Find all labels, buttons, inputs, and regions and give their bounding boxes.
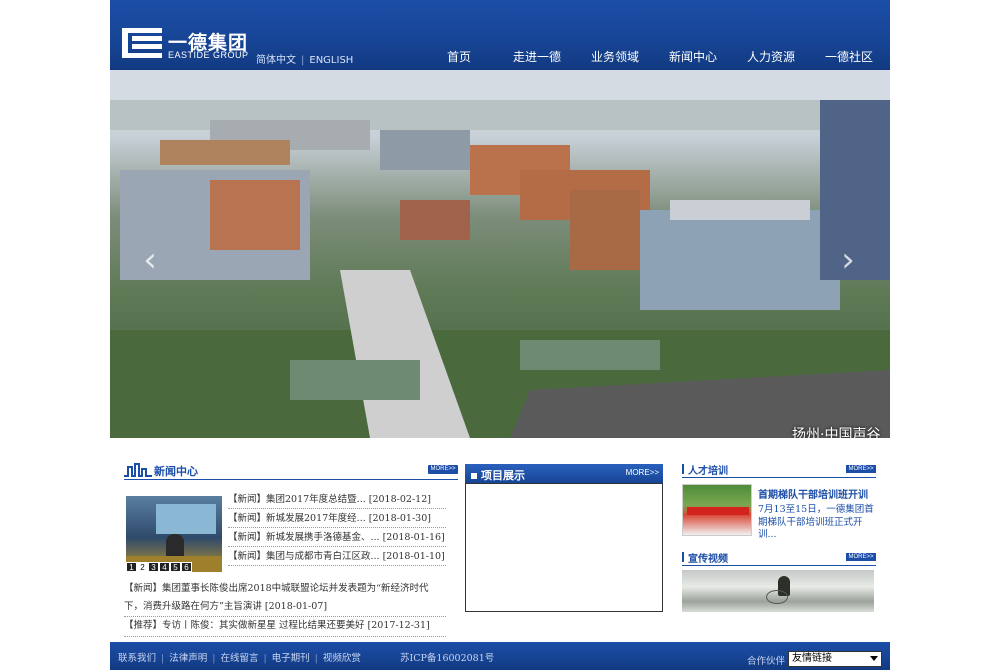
content-area: 新闻中心 MORE>> 1 2 3 4 5 6 【新闻】集团2017年度总结暨.… (110, 450, 890, 642)
projects-header: 项目展示 MORE>> (465, 464, 663, 483)
banner-next-arrow-icon[interactable]: › (838, 240, 858, 280)
language-switch: 简体中文 | ENGLISH (256, 51, 353, 66)
news-more-button[interactable]: MORE>> (428, 465, 458, 474)
banner-caption: 扬州·中国声谷 (792, 427, 881, 438)
news-item[interactable]: 【新闻】集团2017年度总结暨... [2018-02-12] (228, 490, 446, 509)
friend-links-value: 友情链接 (792, 653, 832, 664)
pager-3[interactable]: 3 (148, 562, 159, 572)
footer: 联系我们 | 法律声明 | 在线留言 | 电子期刊 | 视频欣赏 苏ICP备16002081号 … (110, 642, 890, 670)
nav-news[interactable]: 新闻中心 (654, 48, 732, 65)
company-logo[interactable]: 一德集团 EASTIDE GROUP (122, 26, 262, 62)
news-title: 新闻中心 (154, 465, 198, 478)
pager-1[interactable]: 1 (126, 562, 137, 572)
news-section-icon (124, 463, 152, 477)
news-item[interactable]: 【推荐】专访丨陈俊：其实做新星星 过程比结果还要美好 [2017-12-31] (124, 617, 446, 637)
video-header: 宣传视频 MORE>> (682, 550, 876, 566)
footer-link-video[interactable]: 视频欣赏 (323, 653, 361, 664)
pager-6[interactable]: 6 (181, 562, 192, 572)
footer-separator: | (314, 653, 318, 664)
news-item[interactable]: 【新闻】新城发展2017年度经... [2018-01-30] (228, 509, 446, 528)
talent-more-button[interactable]: MORE>> (846, 465, 876, 473)
news-list: 【新闻】集团2017年度总结暨... [2018-02-12] 【新闻】新城发展… (228, 490, 446, 566)
header: 一德集团 EASTIDE GROUP 简体中文 | ENGLISH 首页 走进一德 … (110, 0, 890, 70)
footer-link-journal[interactable]: 电子期刊 (272, 653, 310, 664)
footer-separator: | (212, 653, 216, 664)
lang-separator: | (301, 55, 305, 66)
nav-hr[interactable]: 人力资源 (732, 48, 810, 65)
lang-chinese-link[interactable]: 简体中文 (256, 55, 296, 66)
video-net (766, 590, 788, 604)
news-item[interactable]: 【新闻】新城发展携手洛德基金、... [2018-01-16] (228, 528, 446, 547)
video-section: 宣传视频 MORE>> (682, 550, 876, 566)
talent-header: 人才培训 MORE>> (682, 462, 876, 478)
chevron-down-icon (870, 656, 878, 661)
lang-english-link[interactable]: ENGLISH (309, 55, 353, 66)
page: 一德集团 EASTIDE GROUP 简体中文 | ENGLISH 首页 走进一德 … (110, 0, 890, 670)
projects-title: 项目展示 (471, 467, 525, 483)
projects-content-box (465, 483, 663, 612)
icp-record: 苏ICP备16002081号 (400, 653, 495, 664)
pager-4[interactable]: 4 (159, 562, 170, 572)
projects-more-button[interactable]: MORE>> (626, 468, 659, 477)
nav-home[interactable]: 首页 (420, 48, 498, 65)
nav-business[interactable]: 业务领域 (576, 48, 654, 65)
training-photo[interactable] (682, 484, 752, 536)
projects-section: 项目展示 MORE>> (465, 464, 663, 612)
pager-2[interactable]: 2 (137, 562, 148, 572)
news-wide-list: 【新闻】集团董事长陈俊出席2018中城联盟论坛并发表题为“新经济时代下，消费升级… (124, 580, 446, 637)
news-item[interactable]: 【新闻】集团与成都市青白江区政... [2018-01-10] (228, 547, 446, 566)
photo-red-banner (687, 507, 749, 515)
pager-5[interactable]: 5 (170, 562, 181, 572)
nav-community[interactable]: 一德社区 (810, 48, 888, 65)
right-column: 人才培训 MORE>> 首期梯队干部培训班开训 7月13至15日，一德集团首期梯… (682, 462, 876, 612)
logo-mark-icon (122, 26, 164, 60)
campus-aerial-image (110, 70, 890, 438)
video-thumbnail[interactable] (682, 570, 874, 612)
footer-separator: | (263, 653, 267, 664)
footer-link-legal[interactable]: 法律声明 (169, 653, 207, 664)
news-photo-pager: 1 2 3 4 5 6 (126, 562, 192, 572)
photo-screen (156, 504, 216, 534)
partner-label: 合作伙伴 (747, 656, 786, 667)
footer-link-message[interactable]: 在线留言 (220, 653, 258, 664)
nav-about[interactable]: 走进一德 (498, 48, 576, 65)
hero-banner[interactable]: ‹ › 扬州·中国声谷 (110, 70, 890, 438)
training-headline[interactable]: 首期梯队干部培训班开训 (758, 486, 868, 501)
news-header: 新闻中心 MORE>> (124, 462, 458, 480)
banner-prev-arrow-icon[interactable]: ‹ (140, 240, 160, 280)
video-title: 宣传视频 (682, 550, 728, 565)
footer-separator: | (161, 653, 165, 664)
news-section: 新闻中心 MORE>> 1 2 3 4 5 6 【新闻】集团2017年度总结暨.… (124, 462, 458, 637)
logo-english-name: EASTIDE GROUP (168, 50, 249, 60)
talent-title: 人才培训 (682, 462, 728, 477)
footer-links: 联系我们 | 法律声明 | 在线留言 | 电子期刊 | 视频欣赏 (118, 650, 361, 664)
news-item[interactable]: 【新闻】集团董事长陈俊出席2018中城联盟论坛并发表题为“新经济时代下，消费升级… (124, 580, 446, 617)
footer-link-contact[interactable]: 联系我们 (118, 653, 156, 664)
video-more-button[interactable]: MORE>> (846, 553, 876, 561)
training-description: 7月13至15日，一德集团首期梯队干部培训班正式开训... (758, 504, 874, 540)
main-nav: 首页 走进一德 业务领域 新闻中心 人力资源 一德社区 (420, 48, 888, 65)
news-photo[interactable]: 1 2 3 4 5 6 (126, 496, 222, 572)
friend-links-select[interactable]: 友情链接 (788, 651, 882, 667)
